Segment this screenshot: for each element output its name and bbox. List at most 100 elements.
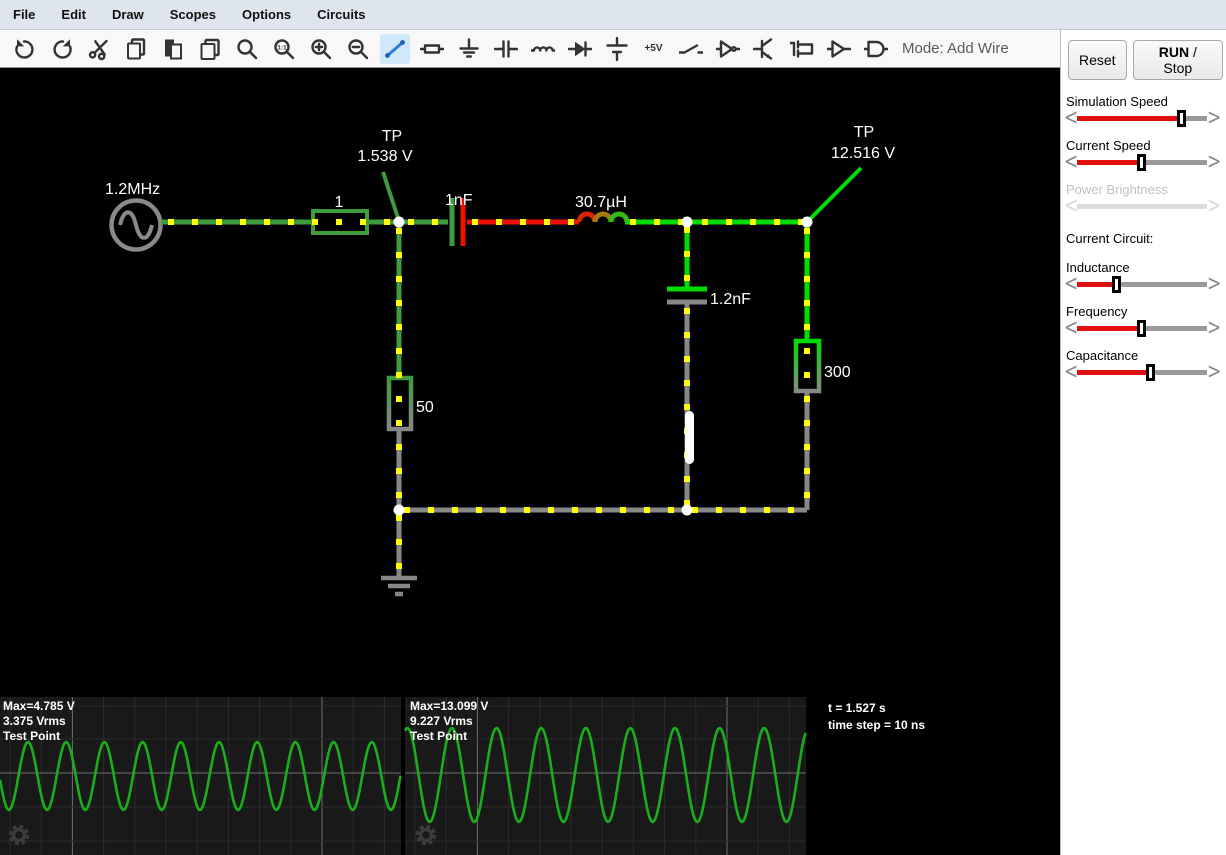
slider-label: Simulation Speed [1066,94,1168,109]
run-stop-button[interactable]: RUN / Stop [1132,40,1223,80]
inductance-slider: Inductance < > [1064,260,1223,295]
slider-track [1077,203,1207,209]
capacitor-1nf-label: 1nF [445,192,473,209]
slider-right-arrow[interactable]: > [1207,361,1221,383]
buffer-icon[interactable] [824,34,854,64]
gate-icon[interactable] [861,34,891,64]
current-dots [168,219,810,574]
resistor-1-label: 1 [335,194,344,211]
test-point-1-lead[interactable] [381,171,401,222]
paste-icon[interactable] [158,34,188,64]
zoom-in-icon[interactable] [306,34,336,64]
mosfet-icon[interactable] [787,34,817,64]
inductor-body[interactable] [576,211,630,223]
duplicate-icon[interactable] [195,34,225,64]
capacitance-slider: Capacitance < > [1064,348,1223,383]
slider-track[interactable] [1077,109,1207,127]
slider-thumb[interactable] [1146,363,1156,381]
ac-source[interactable] [109,198,163,252]
tp2-value: 12.516 V [831,145,895,162]
copy-icon[interactable] [121,34,151,64]
circuit-canvas[interactable]: 1.2MHz 1 TP 1.538 V 1nF 30.7µH TP 12.516… [0,68,1060,697]
test-point-2-lead[interactable] [807,166,863,222]
mode-label: Mode: Add Wire [902,40,1009,57]
slider-left-arrow[interactable]: < [1064,273,1078,295]
search-icon[interactable] [232,34,262,64]
capacitor-1_2nf-label: 1.2nF [710,291,751,308]
diode-icon[interactable] [565,34,595,64]
frequency-slider: Frequency < > [1064,304,1223,339]
junction-nodes [393,216,813,516]
wires [161,219,810,577]
tp1-value: 1.538 V [357,148,412,165]
slider-thumb[interactable] [1177,109,1187,127]
slider-left-arrow[interactable]: < [1064,317,1078,339]
redo-icon[interactable] [47,34,77,64]
slider-label: Current Speed [1066,138,1151,153]
switch-icon[interactable] [676,34,706,64]
capacitor-icon[interactable] [491,34,521,64]
scope-1-settings-gear-icon[interactable] [6,822,32,848]
zoom-out-icon[interactable] [343,34,373,64]
inverter-icon[interactable] [713,34,743,64]
slider-right-arrow[interactable]: > [1207,273,1221,295]
source-freq-label: 1.2MHz [105,181,160,198]
toolbar: 1:1 +5V Mode: Add Wire [0,30,1060,68]
scope-1-readout: Max=4.785 V 3.375 Vrms Test Point [3,699,75,743]
zoom-100-icon[interactable]: 1:1 [269,34,299,64]
menu-options[interactable]: Options [229,7,304,22]
slider-right-arrow[interactable]: > [1207,151,1221,173]
slider-left-arrow[interactable]: < [1064,107,1078,129]
slider-right-arrow[interactable]: > [1207,317,1221,339]
menu-bar: File Edit Draw Scopes Options Circuits [0,0,1226,30]
slider-right-arrow[interactable]: > [1207,107,1221,129]
slider-track[interactable] [1077,153,1207,171]
resistor-50-label: 50 [416,399,434,416]
circuit-simulator-app: File Edit Draw Scopes Options Circuits 1… [0,0,1226,855]
slider-label: Capacitance [1066,348,1139,363]
slider-track[interactable] [1077,319,1207,337]
ground-icon[interactable] [454,34,484,64]
tp1-title: TP [382,128,402,145]
menu-edit[interactable]: Edit [48,7,99,22]
slider-track[interactable] [1077,275,1207,293]
current-speed-slider: Current Speed < > [1064,138,1223,173]
capacitor-1_2nf[interactable] [667,286,707,305]
time-step: time step = 10 ns [828,718,926,732]
tp2-title: TP [854,124,874,141]
resistor-icon[interactable] [417,34,447,64]
slider-track[interactable] [1077,363,1207,381]
slider-thumb[interactable] [1137,153,1146,171]
slider-left-arrow: < [1064,193,1079,219]
slider-thumb[interactable] [1137,319,1146,337]
inductor-label: 30.7µH [575,194,627,211]
transistor-icon[interactable] [750,34,780,64]
slider-thumb[interactable] [1112,275,1122,293]
slider-right-arrow: > [1207,193,1222,219]
ground-symbol[interactable] [381,575,417,597]
slider-left-arrow[interactable]: < [1064,361,1078,383]
power-brightness-slider: Power Brightness < > [1064,182,1223,219]
slider-label: Power Brightness [1066,182,1168,197]
menu-draw[interactable]: Draw [99,7,157,22]
resistor-300-label: 300 [824,364,851,381]
slider-left-arrow[interactable]: < [1064,151,1078,173]
simulation-status: t = 1.527 s time step = 10 ns [828,700,925,734]
cut-icon[interactable] [84,34,114,64]
voltage-source-icon[interactable] [602,34,632,64]
menu-file[interactable]: File [0,7,48,22]
menu-scopes[interactable]: Scopes [157,7,229,22]
plus5v-icon[interactable]: +5V [639,34,669,64]
menu-circuits[interactable]: Circuits [304,7,378,22]
reset-button[interactable]: Reset [1068,40,1127,80]
scope-strip: Max=4.785 V 3.375 Vrms Test Point Max=13… [0,697,1060,855]
side-panel: Reset RUN / Stop Simulation Speed < > Cur… [1060,30,1226,855]
wire-icon[interactable] [379,33,410,64]
current-circuit-label: Current Circuit: [1066,231,1154,246]
simulation-speed-slider: Simulation Speed < > [1064,94,1223,129]
wire-highlight[interactable] [685,411,694,464]
scope-2-settings-gear-icon[interactable] [413,822,439,848]
sim-time: t = 1.527 s [828,701,886,715]
inductor-icon[interactable] [528,34,558,64]
undo-icon[interactable] [10,34,40,64]
